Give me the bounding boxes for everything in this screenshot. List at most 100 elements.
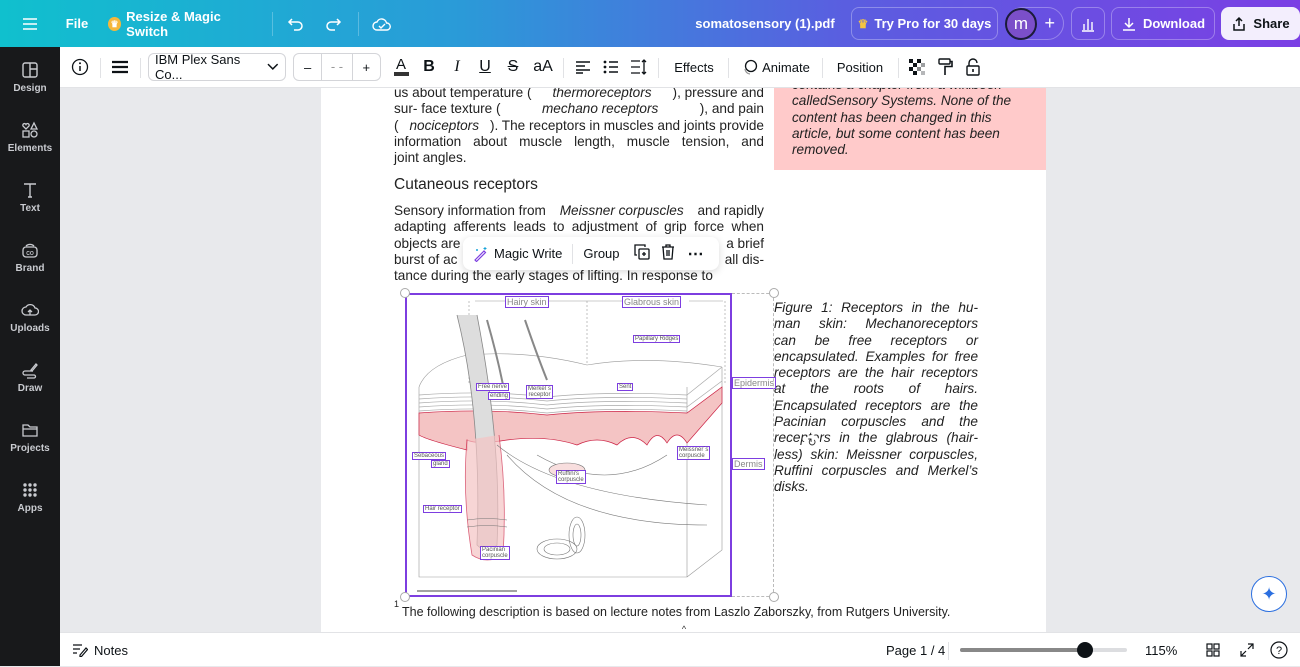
sidebar-item-brand[interactable]: CO Brand	[0, 227, 60, 287]
sidebar-item-design[interactable]: Design	[0, 47, 60, 107]
effects-button[interactable]: Effects	[666, 53, 722, 81]
footnote[interactable]: The following description is based on le…	[402, 605, 950, 619]
text-line: disks.	[774, 479, 809, 495]
align-left-button[interactable]	[572, 53, 594, 81]
sidebar-item-apps[interactable]: Apps	[0, 467, 60, 527]
main-menu-button[interactable]	[14, 0, 46, 47]
text-color-button[interactable]: A	[390, 53, 412, 81]
undo-button[interactable]	[283, 0, 309, 47]
help-button[interactable]: ?	[1270, 633, 1288, 667]
share-button[interactable]: Share	[1221, 7, 1300, 40]
text-line: receptors are the hair receptors	[774, 365, 978, 381]
text-segment: and rapidly	[693, 203, 764, 218]
notes-button[interactable]: Notes	[72, 633, 128, 667]
sidebar-item-label: Draw	[17, 382, 43, 394]
magic-write-button[interactable]: Magic Write	[463, 237, 572, 270]
figure-caption[interactable]: Figure 1: Receptors in the hu-man skin: …	[774, 300, 978, 496]
download-button[interactable]: Download	[1111, 7, 1215, 40]
grid-view-button[interactable]	[1206, 633, 1220, 667]
sidebar-item-uploads[interactable]: Uploads	[0, 287, 60, 347]
hamburger-icon	[23, 17, 37, 30]
info-button[interactable]	[68, 53, 92, 81]
rotate-handle[interactable]: ↻	[804, 435, 820, 451]
line-spacing-icon	[631, 59, 647, 75]
diagram-label: Merkel´s receptor	[526, 385, 554, 399]
list-icon	[603, 60, 618, 74]
crown-icon: ♛	[857, 16, 869, 31]
diagram-label: Pacinian corpuscle	[480, 546, 510, 560]
svg-text:CO: CO	[26, 251, 34, 257]
sidebar-item-label: Text	[20, 202, 40, 214]
save-status-button[interactable]	[368, 0, 396, 47]
note-box[interactable]: contains a chapter from a wikibookcalled…	[774, 88, 1046, 170]
resize-handle[interactable]	[400, 592, 410, 602]
font-size-input[interactable]: - -	[321, 54, 353, 80]
decrease-font-size-button[interactable]: –	[294, 60, 321, 75]
lock-button[interactable]	[961, 53, 985, 81]
transparency-button[interactable]	[905, 53, 929, 81]
diagram-label: Glabrous skin	[622, 296, 682, 308]
copy-style-button[interactable]	[933, 53, 957, 81]
resize-magic-switch-button[interactable]: ♛ Resize & Magic Switch	[108, 0, 258, 47]
sidebar-item-projects[interactable]: Projects	[0, 407, 60, 467]
info-icon	[71, 58, 89, 76]
resize-label: Resize & Magic Switch	[126, 8, 221, 39]
zoom-level[interactable]: 115%	[1145, 633, 1177, 667]
avatar[interactable]: m	[1005, 8, 1037, 40]
diagram-label: Meissner´s corpuscle	[677, 446, 711, 460]
document-title[interactable]: somatosensory (1).pdf	[690, 0, 840, 47]
animate-button[interactable]: Animate	[736, 53, 816, 81]
insights-button[interactable]	[1071, 7, 1105, 40]
skin-receptors-figure[interactable]: Hairy skin Glabrous skin Papillary Ridge…	[405, 293, 777, 597]
duplicate-icon	[633, 244, 650, 260]
section-heading[interactable]: Cutaneous receptors	[394, 176, 538, 194]
sidebar-item-draw[interactable]: Draw	[0, 347, 60, 407]
more-options-button[interactable]: ⋯	[682, 244, 710, 264]
magic-assistant-button[interactable]: ✦	[1251, 576, 1287, 612]
text-line: can be free receptors or	[774, 332, 978, 348]
text-line: at the roots of hairs.	[774, 381, 978, 397]
zoom-slider-thumb[interactable]	[1077, 642, 1094, 658]
label-line: receptor	[528, 392, 551, 398]
lock-open-icon	[966, 58, 980, 76]
duplicate-button[interactable]	[630, 244, 654, 263]
delete-button[interactable]	[654, 244, 682, 263]
body-paragraph[interactable]: us about temperature (thermoreceptors), …	[394, 88, 764, 166]
underline-button[interactable]: U	[474, 53, 496, 81]
sidebar-item-label: Uploads	[10, 322, 50, 334]
font-family-dropdown[interactable]: IBM Plex Sans Co...	[148, 52, 286, 82]
sidebar-item-label: Apps	[17, 502, 43, 514]
bold-button[interactable]: B	[418, 53, 440, 81]
document-page[interactable]: us about temperature (thermoreceptors), …	[321, 88, 1046, 632]
apps-grid-icon	[23, 482, 37, 497]
group-button[interactable]: Group	[573, 246, 629, 261]
text-line: Ruffini corpuscles and Merkel’s	[774, 462, 978, 478]
position-button[interactable]: Position	[830, 53, 890, 81]
page-indicator[interactable]: Page 1 / 4	[886, 633, 945, 667]
sidebar-item-elements[interactable]: Elements	[0, 107, 60, 167]
text-style-icon	[112, 60, 128, 74]
bullet-list-button[interactable]	[600, 53, 622, 81]
text-segment: thermoreceptors	[552, 88, 652, 100]
try-pro-button[interactable]: ♛ Try Pro for 30 days	[851, 7, 998, 40]
diagram-label: Sent	[617, 383, 634, 391]
strikethrough-button[interactable]: S	[502, 53, 524, 81]
fullscreen-button[interactable]	[1240, 633, 1254, 667]
spacing-button[interactable]	[628, 53, 650, 81]
animate-icon	[744, 59, 758, 75]
resize-handle[interactable]	[769, 592, 779, 602]
label-line: corpuscle	[558, 477, 584, 483]
resize-handle[interactable]	[769, 288, 779, 298]
redo-icon	[326, 17, 342, 31]
try-pro-label: Try Pro for 30 days	[874, 16, 992, 31]
file-menu[interactable]: File	[60, 0, 94, 47]
sidebar-item-text[interactable]: Text	[0, 167, 60, 227]
redo-button[interactable]	[320, 0, 346, 47]
letter-case-button[interactable]: aA	[530, 53, 556, 81]
font-size-stepper[interactable]: – - - +	[293, 53, 381, 81]
resize-handle[interactable]	[400, 288, 410, 298]
increase-font-size-button[interactable]: +	[353, 60, 380, 75]
zoom-slider[interactable]	[960, 642, 1127, 658]
italic-button[interactable]: I	[446, 53, 468, 81]
line-spacing-style-button[interactable]	[108, 53, 132, 81]
